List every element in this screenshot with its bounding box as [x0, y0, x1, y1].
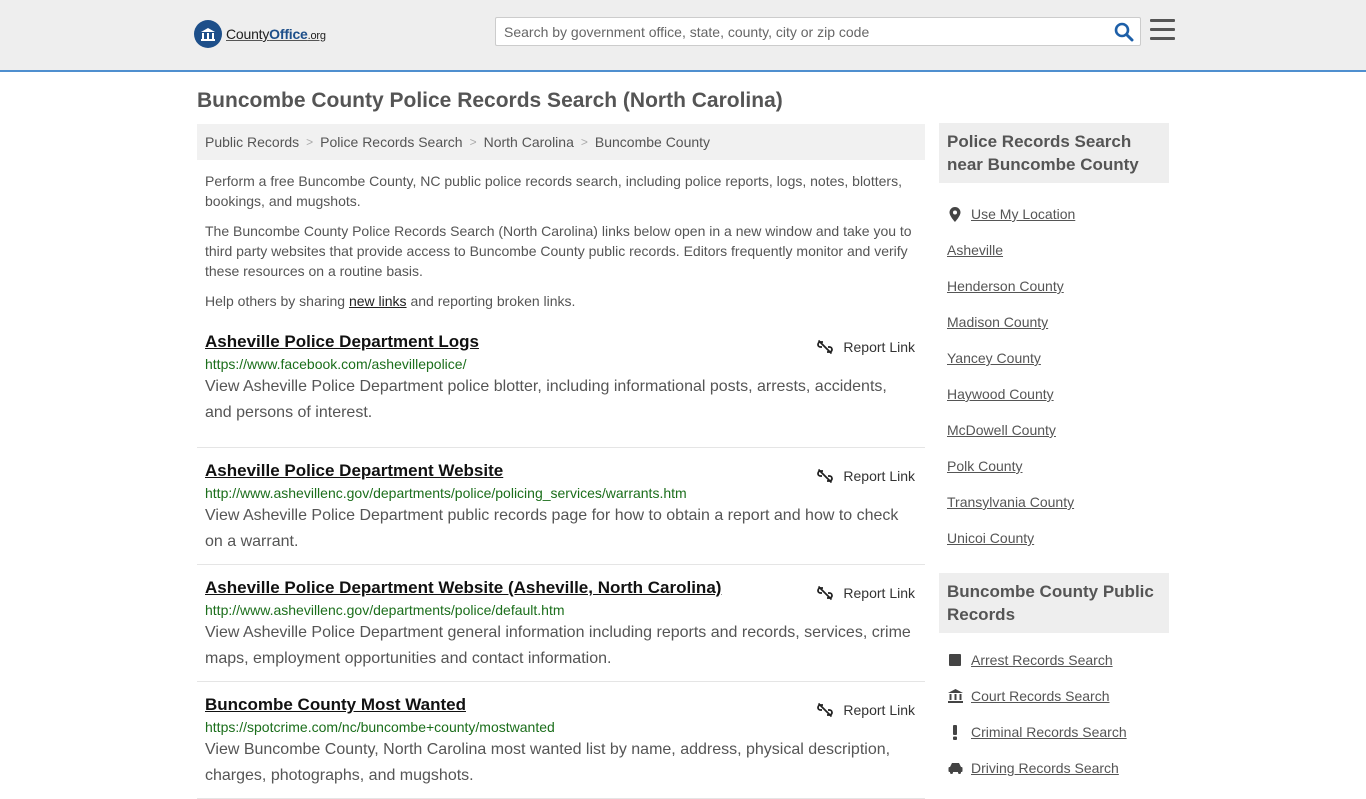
sidebar: Police Records Search near Buncombe Coun…	[939, 123, 1169, 786]
intro-paragraph: Perform a free Buncombe County, NC publi…	[205, 173, 902, 209]
result-description: View Asheville Police Department public …	[205, 507, 899, 550]
search-input[interactable]	[496, 18, 1106, 45]
county-office-logo-icon	[194, 20, 222, 48]
search-icon	[1114, 22, 1134, 42]
result-description: View Buncombe County, North Carolina mos…	[205, 741, 891, 784]
main-content: Public Records > Police Records Search >…	[197, 124, 925, 799]
result-title-link[interactable]: Asheville Police Department Website (Ash…	[205, 577, 917, 599]
report-link-button[interactable]: Report Link	[817, 585, 915, 601]
nearby-list: Use My Location Asheville Henderson Coun…	[939, 196, 1169, 556]
result-title-link[interactable]: Asheville Police Department Logs	[205, 331, 917, 353]
result-url: http://www.ashevillenc.gov/departments/p…	[205, 602, 565, 618]
breadcrumb-police-records-search[interactable]: Police Records Search	[320, 134, 462, 150]
breadcrumb-public-records[interactable]: Public Records	[205, 134, 299, 150]
result-url: https://www.facebook.com/ashevillepolice…	[205, 356, 467, 372]
result-item: Buncombe County Most Wanted https://spot…	[197, 682, 925, 799]
logo-text: CountyOffice.org	[226, 26, 326, 42]
nearby-link-transylvania-county[interactable]: Transylvania County	[947, 494, 1074, 510]
broken-link-icon	[817, 339, 834, 355]
intro-paragraph: The Buncombe County Police Records Searc…	[205, 223, 912, 279]
car-icon	[947, 762, 963, 774]
chevron-right-icon: >	[306, 135, 314, 149]
use-my-location-link[interactable]: Use My Location	[971, 206, 1075, 222]
chevron-right-icon: >	[469, 135, 477, 149]
nearby-item: Henderson County	[947, 268, 1161, 304]
public-records-heading: Buncombe County Public Records	[939, 573, 1169, 633]
criminal-records-search-link[interactable]: Criminal Records Search	[971, 724, 1127, 740]
nearby-link-henderson-county[interactable]: Henderson County	[947, 278, 1064, 294]
records-item: Driving Records Search	[947, 750, 1161, 786]
nearby-item: Asheville	[947, 232, 1161, 268]
broken-link-icon	[817, 468, 834, 484]
search-button[interactable]	[1114, 22, 1134, 42]
result-title-link[interactable]: Buncombe County Most Wanted	[205, 694, 917, 716]
report-link-button[interactable]: Report Link	[817, 339, 915, 355]
nearby-link-asheville[interactable]: Asheville	[947, 242, 1003, 258]
result-item: Asheville Police Department Website (Ash…	[197, 565, 925, 682]
intro-paragraph: Help others by sharing new links and rep…	[205, 293, 576, 309]
nearby-link-unicoi-county[interactable]: Unicoi County	[947, 530, 1034, 546]
court-records-search-link[interactable]: Court Records Search	[971, 688, 1110, 704]
breadcrumb-north-carolina[interactable]: North Carolina	[484, 134, 574, 150]
report-link-button[interactable]: Report Link	[817, 702, 915, 718]
records-item: Arrest Records Search	[947, 642, 1161, 678]
nearby-link-madison-county[interactable]: Madison County	[947, 314, 1048, 330]
site-logo[interactable]: CountyOffice.org	[194, 20, 326, 48]
nearby-item: Madison County	[947, 304, 1161, 340]
result-description: View Asheville Police Department general…	[205, 624, 911, 667]
broken-link-icon	[817, 702, 834, 718]
use-location-item: Use My Location	[947, 196, 1161, 232]
nearby-item: Unicoi County	[947, 520, 1161, 556]
result-title-link[interactable]: Asheville Police Department Website	[205, 460, 917, 482]
driving-records-search-link[interactable]: Driving Records Search	[971, 760, 1119, 776]
arrest-records-search-link[interactable]: Arrest Records Search	[971, 652, 1113, 668]
public-records-block: Buncombe County Public Records Arrest Re…	[939, 573, 1169, 786]
search-box	[495, 17, 1141, 46]
nearby-link-polk-county[interactable]: Polk County	[947, 458, 1022, 474]
breadcrumb: Public Records > Police Records Search >…	[197, 124, 925, 160]
nearby-item: Haywood County	[947, 376, 1161, 412]
broken-link-icon	[817, 585, 834, 601]
nearby-link-mcdowell-county[interactable]: McDowell County	[947, 422, 1056, 438]
new-links-link[interactable]: new links	[349, 293, 407, 309]
hamburger-menu-icon[interactable]	[1150, 19, 1175, 41]
result-url: http://www.ashevillenc.gov/departments/p…	[205, 485, 687, 501]
results-list: Asheville Police Department Logs https:/…	[197, 331, 925, 799]
nearby-item: Yancey County	[947, 340, 1161, 376]
nearby-heading: Police Records Search near Buncombe Coun…	[939, 123, 1169, 183]
nearby-link-haywood-county[interactable]: Haywood County	[947, 386, 1054, 402]
square-icon	[947, 654, 963, 666]
records-item: Criminal Records Search	[947, 714, 1161, 750]
nearby-item: Transylvania County	[947, 484, 1161, 520]
chevron-right-icon: >	[580, 135, 588, 149]
result-item: Asheville Police Department Website http…	[197, 448, 925, 565]
page-title: Buncombe County Police Records Search (N…	[197, 89, 783, 112]
exclamation-icon	[947, 724, 963, 740]
nearby-link-yancey-county[interactable]: Yancey County	[947, 350, 1041, 366]
map-pin-icon	[947, 206, 963, 222]
public-records-list: Arrest Records Search Court Records Sear…	[939, 642, 1169, 786]
courthouse-icon	[947, 689, 963, 703]
result-description: View Asheville Police Department police …	[205, 378, 887, 421]
site-header: CountyOffice.org	[0, 0, 1366, 72]
nearby-item: McDowell County	[947, 412, 1161, 448]
nearby-item: Polk County	[947, 448, 1161, 484]
intro-text: Perform a free Buncombe County, NC publi…	[197, 171, 925, 311]
result-url: https://spotcrime.com/nc/buncombe+county…	[205, 719, 555, 735]
report-link-button[interactable]: Report Link	[817, 468, 915, 484]
result-item: Asheville Police Department Logs https:/…	[197, 331, 925, 448]
records-item: Court Records Search	[947, 678, 1161, 714]
breadcrumb-buncombe-county[interactable]: Buncombe County	[595, 134, 710, 150]
